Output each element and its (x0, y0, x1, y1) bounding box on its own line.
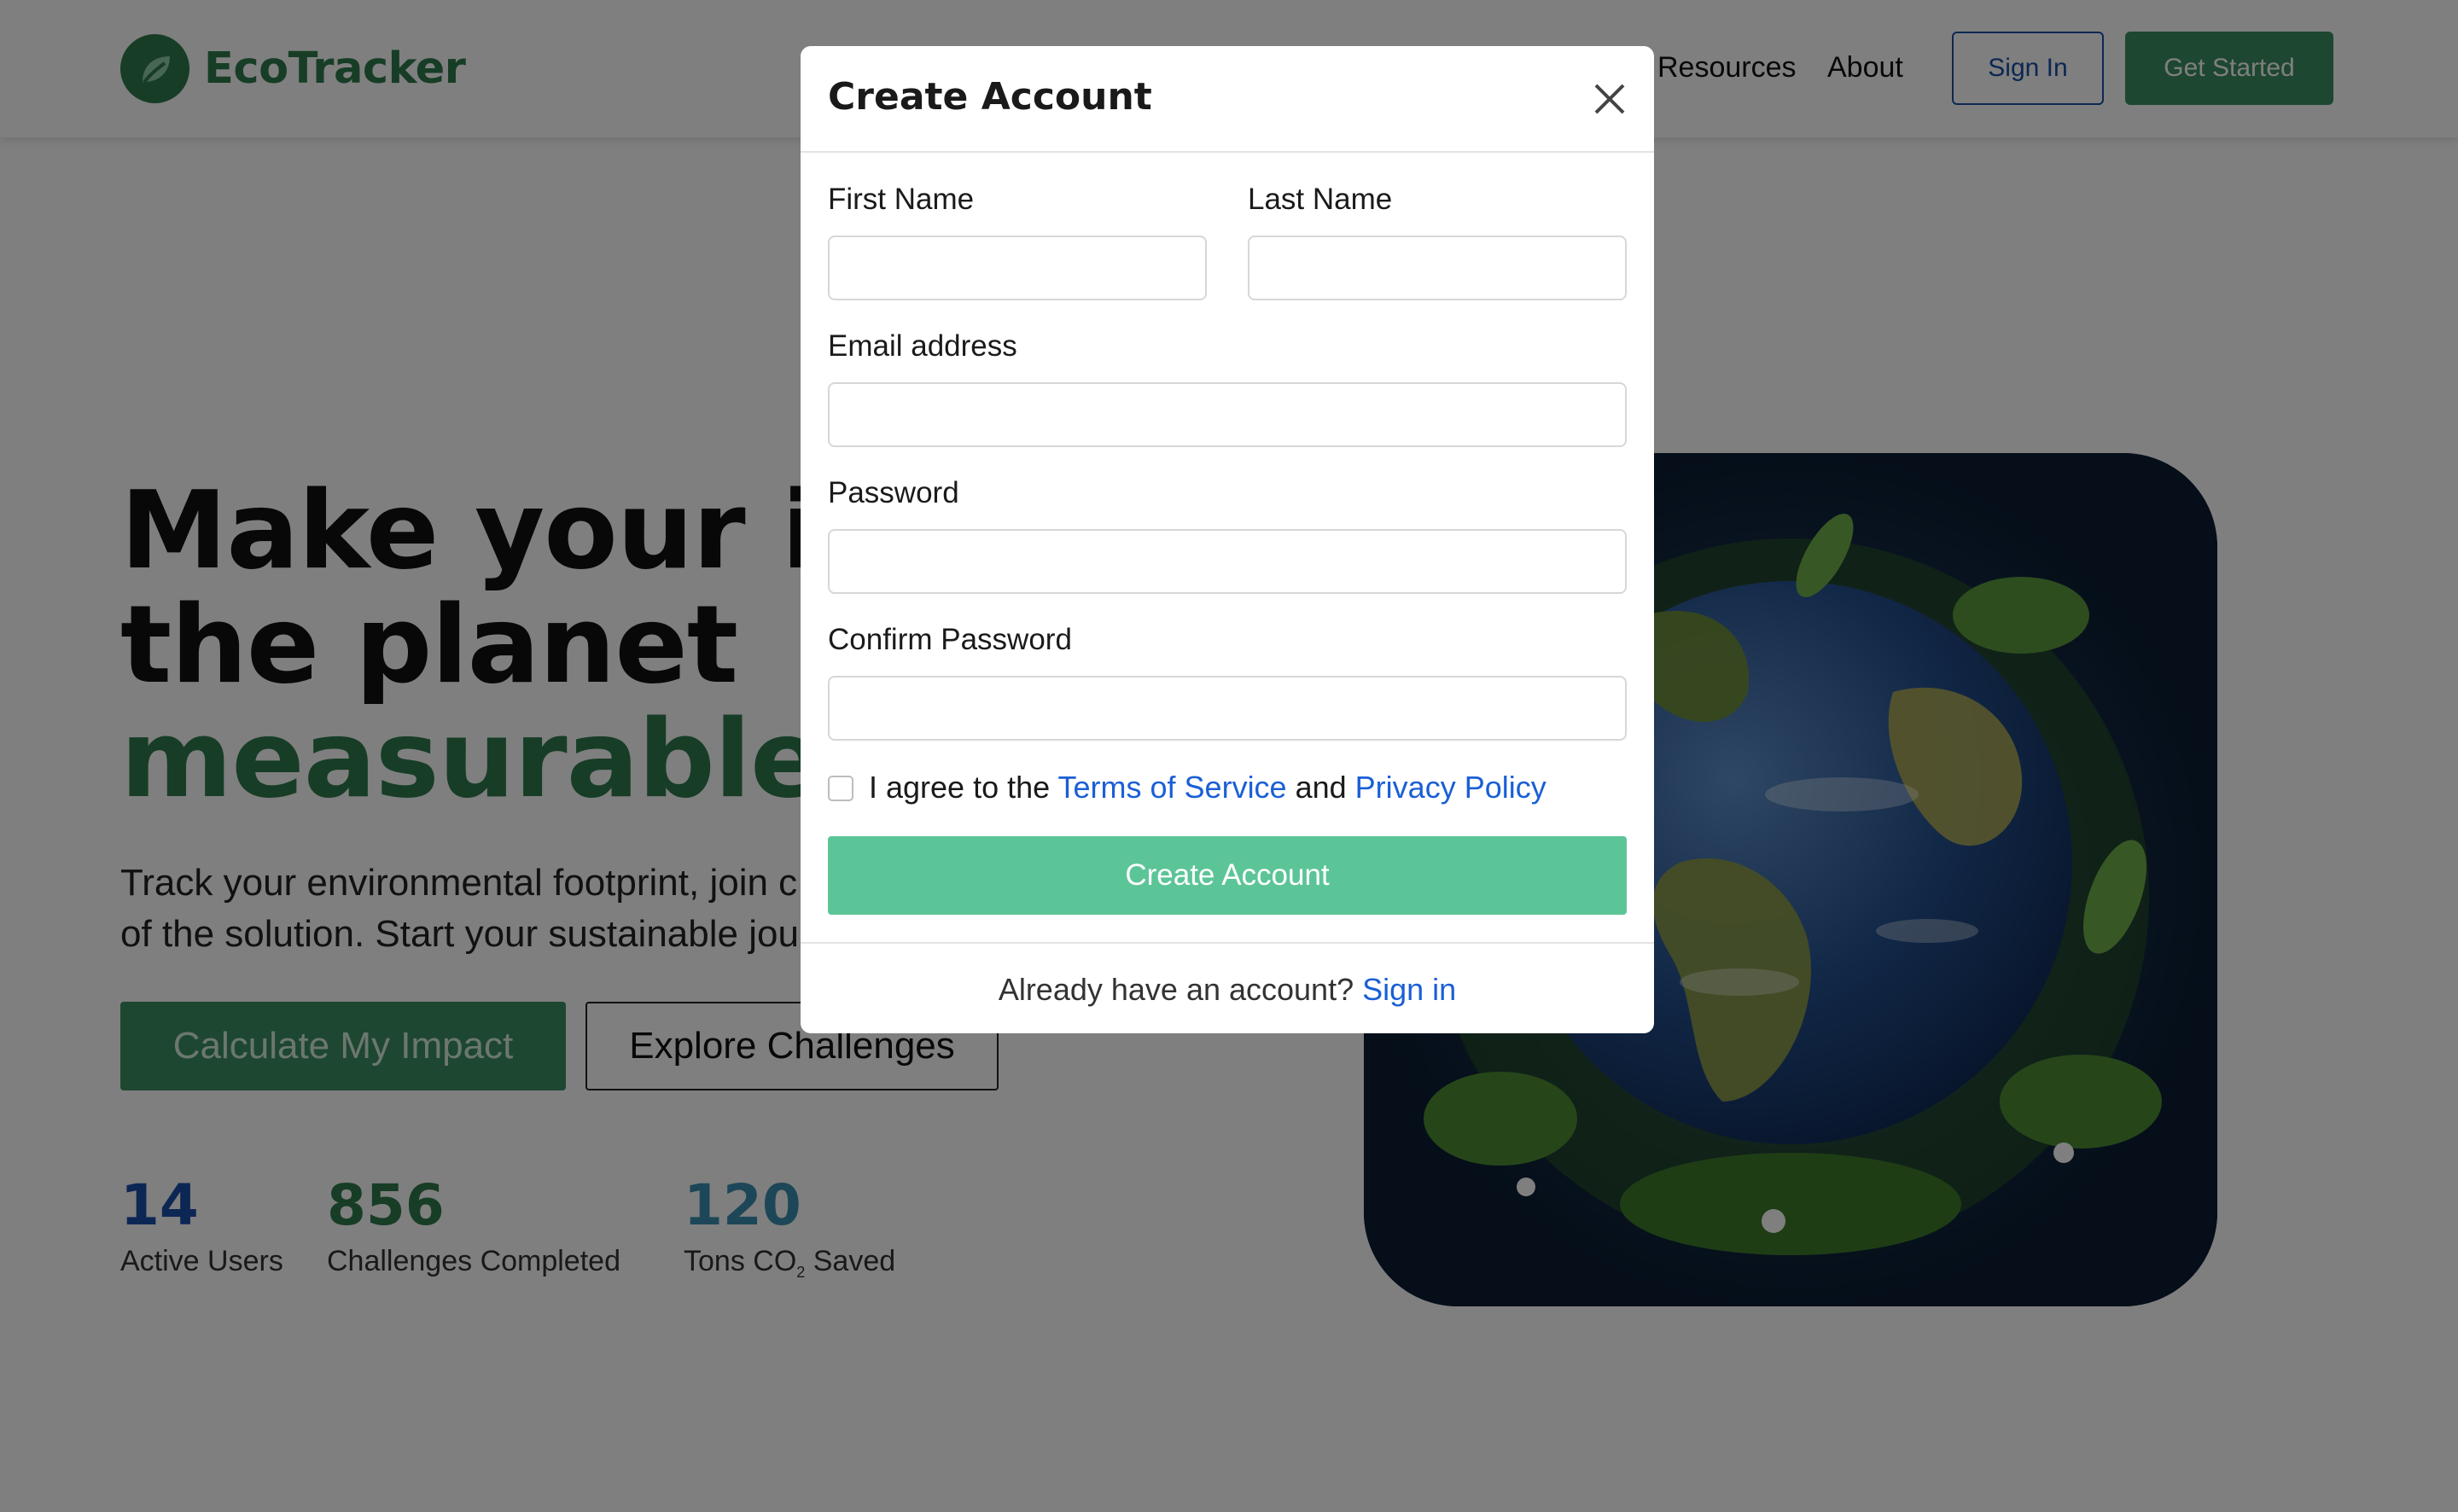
terms-of-service-link[interactable]: Terms of Service (1058, 770, 1287, 805)
modal-footer-divider (801, 942, 1654, 944)
agree-text: I agree to the Terms of Service and Priv… (869, 770, 1546, 805)
last-name-field[interactable] (1248, 236, 1627, 300)
sign-in-prompt-text: Already have an account? (998, 972, 1363, 1007)
last-name-label: Last Name (1248, 183, 1393, 216)
sign-in-prompt: Already have an account? Sign in (801, 972, 1654, 1008)
confirm-password-field[interactable] (828, 676, 1627, 741)
first-name-label: First Name (828, 183, 975, 216)
create-account-modal: Create Account First Name Last Name Emai… (801, 46, 1654, 1033)
modal-header: Create Account (801, 46, 1654, 153)
agree-checkbox[interactable] (828, 776, 853, 801)
sign-in-link[interactable]: Sign in (1362, 972, 1456, 1007)
agree-prefix: I agree to the (869, 770, 1058, 805)
close-icon[interactable] (1591, 80, 1628, 118)
password-label: Password (828, 476, 959, 509)
email-label: Email address (828, 329, 1017, 363)
modal-title: Create Account (828, 75, 1152, 119)
first-name-field[interactable] (828, 236, 1207, 300)
email-field[interactable] (828, 382, 1627, 447)
password-field[interactable] (828, 529, 1627, 594)
agree-middle: and (1286, 770, 1355, 805)
confirm-password-label: Confirm Password (828, 623, 1072, 656)
create-account-button[interactable]: Create Account (828, 836, 1627, 915)
privacy-policy-link[interactable]: Privacy Policy (1355, 770, 1546, 805)
